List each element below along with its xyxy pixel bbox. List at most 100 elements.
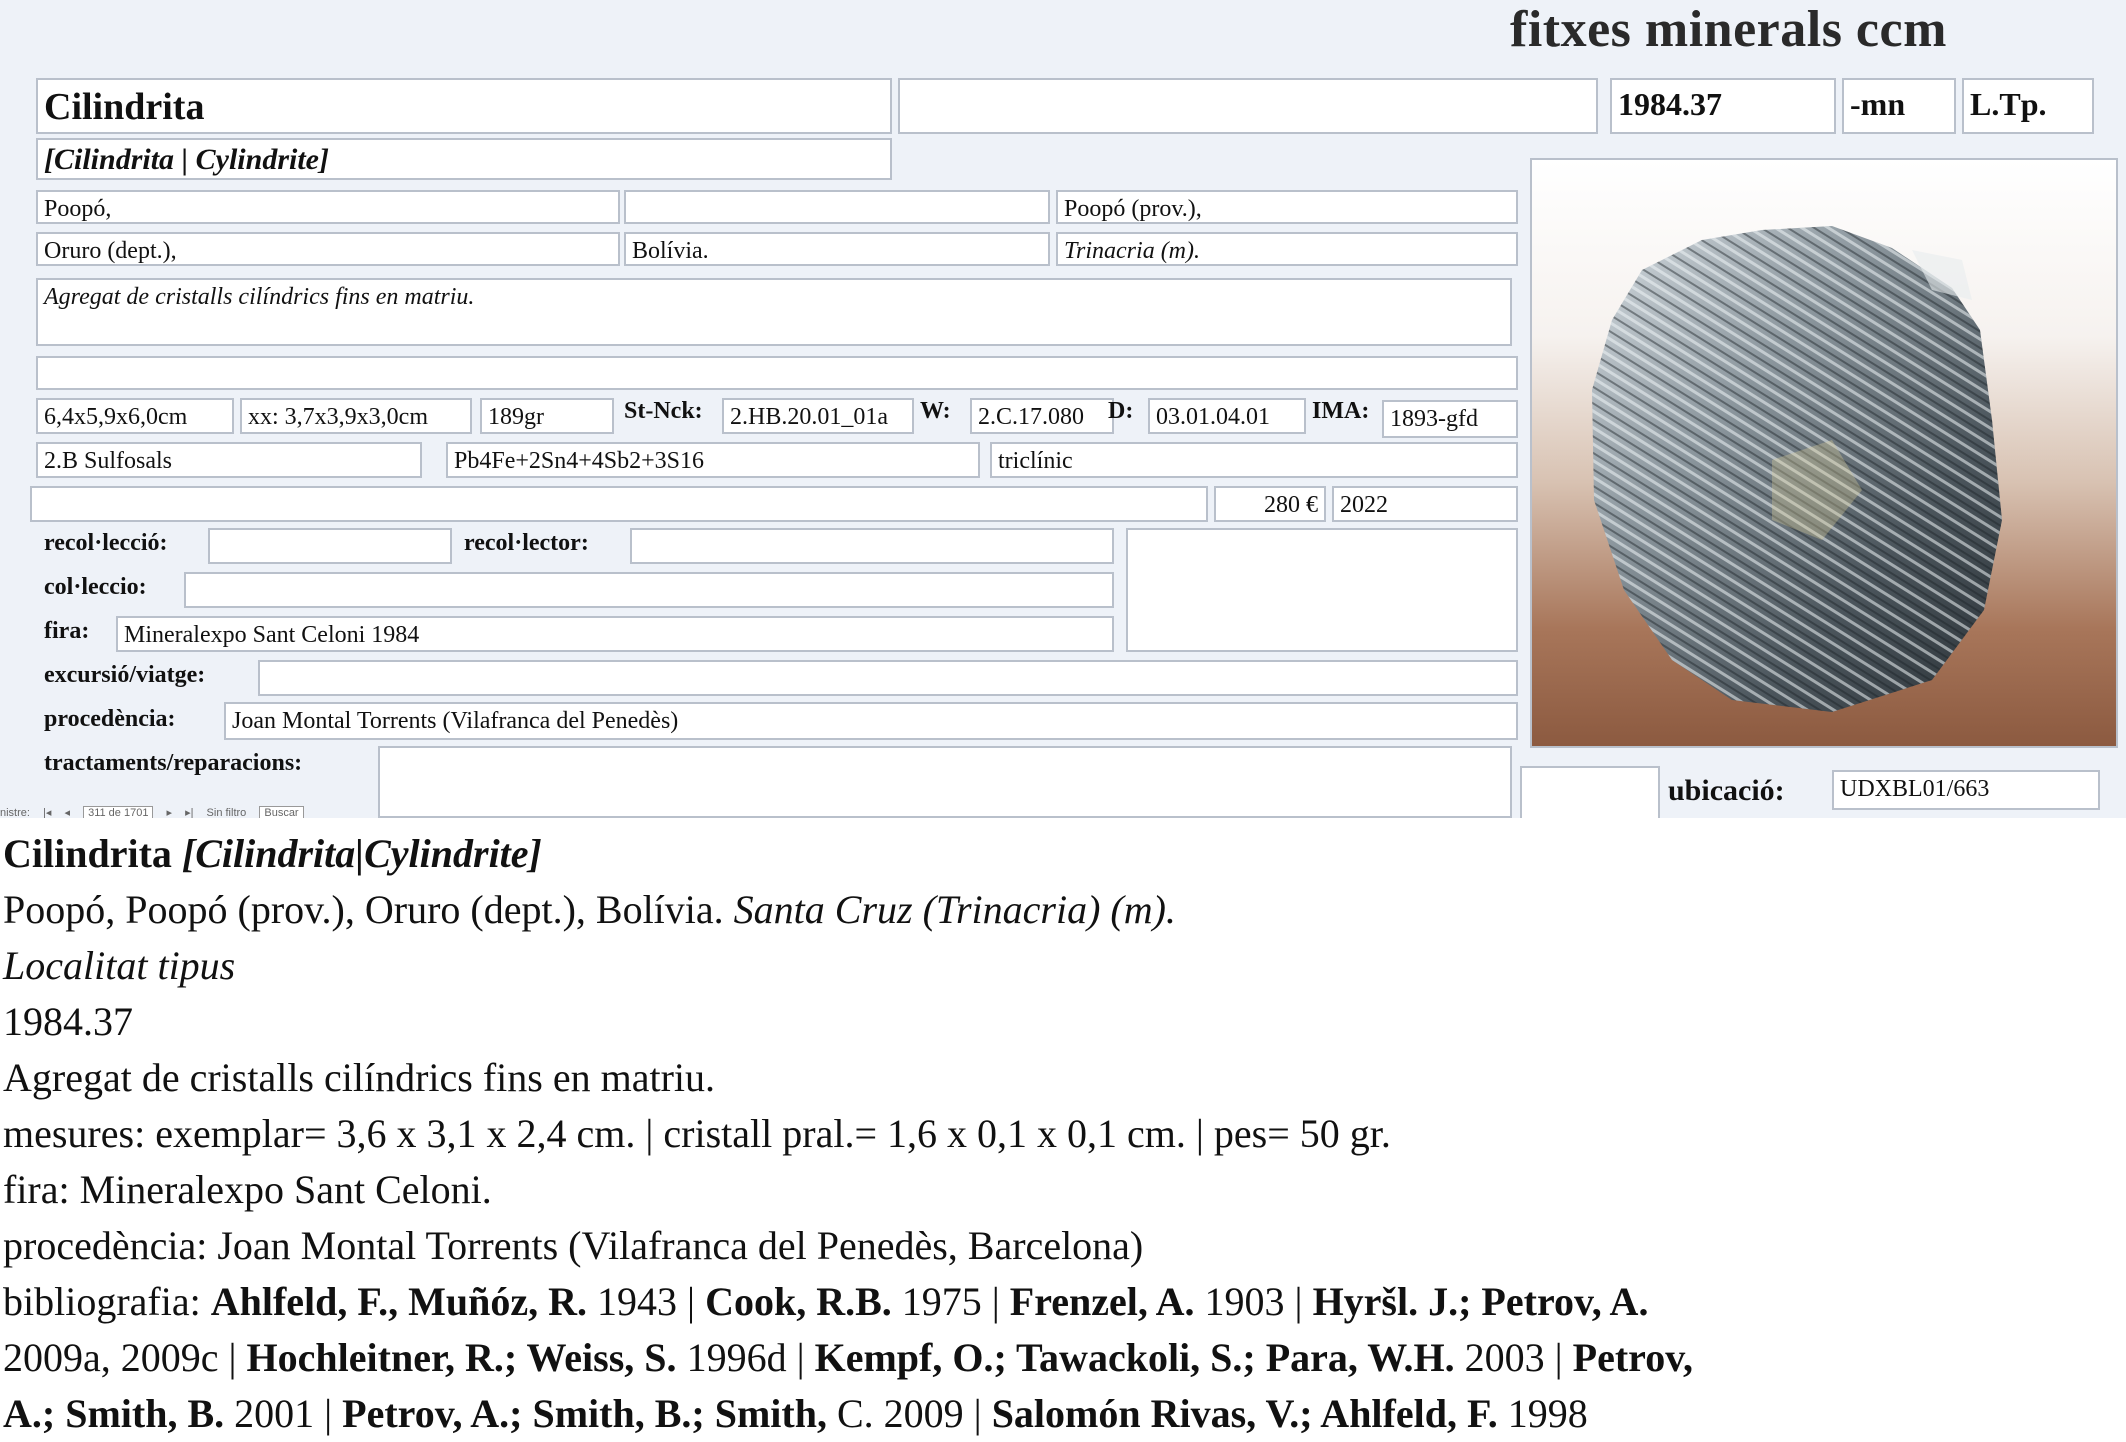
next-record-icon[interactable]: ▸ bbox=[167, 807, 173, 818]
strunz-label: St-Nck: bbox=[624, 398, 703, 424]
w-label: W: bbox=[920, 398, 951, 424]
biblio-author: Cook, R.B. bbox=[705, 1279, 892, 1324]
type-locality-field[interactable]: L.Tp. bbox=[1962, 78, 2094, 134]
biblio-year: 1943 bbox=[597, 1279, 678, 1324]
ima-field[interactable]: 1893-gfd bbox=[1382, 400, 1518, 438]
summary-mine: Santa Cruz (Trinacria) (m). bbox=[733, 887, 1176, 932]
summary-catalog-number: 1984.37 bbox=[3, 999, 133, 1044]
recoleccio-field[interactable] bbox=[208, 528, 452, 564]
crystal-size-field[interactable]: xx: 3,7x3,9x3,0cm bbox=[240, 398, 472, 434]
coleccio-field[interactable] bbox=[184, 572, 1114, 608]
recolector-label: recol·lector: bbox=[464, 530, 589, 556]
biblio-year: 1903 bbox=[1204, 1279, 1285, 1324]
record-label: nistre: bbox=[0, 807, 30, 818]
suffix-field[interactable]: -mn bbox=[1842, 78, 1956, 134]
summary-biblio-line-1: bibliografia: Ahlfeld, F., Muñóz, R. 194… bbox=[3, 1274, 2123, 1330]
biblio-separator: | bbox=[981, 1279, 1010, 1324]
catalog-number-field[interactable]: 1984.37 bbox=[1610, 78, 1836, 134]
crystal-system-field[interactable]: triclínic bbox=[990, 442, 1518, 478]
weight-field[interactable]: 189gr bbox=[480, 398, 614, 434]
last-record-icon[interactable]: ▸| bbox=[185, 807, 193, 818]
biblio-year: 1996d bbox=[686, 1335, 787, 1380]
summary-synonyms: [Cilindrita|Cylindrite] bbox=[181, 831, 542, 876]
biblio-year: 2009a, 2009c bbox=[3, 1335, 219, 1380]
procedencia-label: procedència: bbox=[44, 706, 176, 732]
excursio-field[interactable] bbox=[258, 660, 1518, 696]
summary-biblio-line-3: A.; Smith, B. 2001 | Petrov, A.; Smith, … bbox=[3, 1386, 2123, 1442]
search-box[interactable]: Buscar bbox=[259, 806, 304, 818]
ima-label: IMA: bbox=[1312, 398, 1370, 424]
locality-field-4[interactable]: Oruro (dept.), bbox=[36, 232, 620, 266]
coleccio-label: col·leccio: bbox=[44, 574, 147, 600]
biblio-author: Hochleitner, R.; Weiss, S. bbox=[246, 1335, 677, 1380]
synonyms-field[interactable]: [Cilindrita | Cylindrite] bbox=[36, 138, 892, 180]
biblio-author-partial: Petrov, bbox=[1572, 1335, 1693, 1380]
locality-field-5[interactable]: Bolívia. bbox=[624, 232, 1050, 266]
biblio-separator: | bbox=[218, 1335, 247, 1380]
name-extra-field[interactable] bbox=[898, 78, 1598, 134]
biblio-author: Frenzel, A. bbox=[1009, 1279, 1195, 1324]
biblio-year: 2001 bbox=[234, 1391, 315, 1436]
biblio-separator: | bbox=[786, 1335, 815, 1380]
record-navigator: nistre: |◂ ◂ 311 de 1701 ▸ ▸| Sin filtro… bbox=[0, 806, 600, 818]
d-field[interactable]: 03.01.04.01 bbox=[1148, 398, 1306, 434]
summary-fair: fira: Mineralexpo Sant Celoni. bbox=[3, 1167, 492, 1212]
biblio-separator: | bbox=[314, 1391, 343, 1436]
biblio-author: Petrov, A.; Smith, B.; Smith, bbox=[342, 1391, 827, 1436]
d-label: D: bbox=[1108, 398, 1134, 424]
tractaments-label: tractaments/reparacions: bbox=[44, 750, 303, 776]
size-field[interactable]: 6,4x5,9x6,0cm bbox=[36, 398, 234, 434]
formula-field[interactable]: Pb4Fe+2Sn4+4Sb2+3S16 bbox=[446, 442, 980, 478]
year-field[interactable]: 2022 bbox=[1332, 486, 1518, 522]
price-field[interactable]: 280 € bbox=[1214, 486, 1326, 522]
specimen-summary: Cilindrita [Cilindrita|Cylindrite] Poopó… bbox=[3, 826, 2123, 1442]
recoleccio-label: recol·lecció: bbox=[44, 530, 168, 556]
biblio-author-partial: A.; Smith, B. bbox=[3, 1391, 225, 1436]
biblio-author: Ahlfeld, F., Muñóz, R. bbox=[210, 1279, 588, 1324]
name-field[interactable]: Cilindrita bbox=[36, 78, 892, 134]
ubicacio-blank-field[interactable] bbox=[1520, 766, 1660, 818]
summary-title: Cilindrita [Cilindrita|Cylindrite] bbox=[3, 826, 2123, 882]
locality-field-3[interactable]: Poopó (prov.), bbox=[1056, 190, 1518, 224]
description-field[interactable]: Agregat de cristalls cilíndrics fins en … bbox=[36, 278, 1512, 346]
locality-field-1[interactable]: Poopó, bbox=[36, 190, 620, 224]
summary-locality: Poopó, Poopó (prov.), Oruro (dept.), Bol… bbox=[3, 882, 2123, 938]
biblio-year: 1998 bbox=[1507, 1391, 1588, 1436]
summary-name: Cilindrita bbox=[3, 831, 172, 876]
record-position[interactable]: 311 de 1701 bbox=[83, 806, 154, 818]
locality-field-2[interactable] bbox=[624, 190, 1050, 224]
biblio-author: Hyršl. J.; Petrov, A. bbox=[1312, 1279, 1649, 1324]
summary-biblio-line-2: 2009a, 2009c | Hochleitner, R.; Weiss, S… bbox=[3, 1330, 2123, 1386]
app-title: fitxes minerals ccm bbox=[1510, 1, 1947, 58]
specimen-photo bbox=[1530, 158, 2118, 748]
mine-field[interactable]: Trinacria (m). bbox=[1056, 232, 1518, 266]
summary-measures: mesures: exemplar= 3,6 x 3,1 x 2,4 cm. |… bbox=[3, 1111, 1391, 1156]
blank-field[interactable] bbox=[30, 486, 1208, 522]
summary-provenance: procedència: Joan Montal Torrents (Vilaf… bbox=[3, 1223, 1144, 1268]
recolector-field[interactable] bbox=[630, 528, 1114, 564]
biblio-year: 2003 bbox=[1464, 1335, 1545, 1380]
mineral-specimen-image bbox=[1592, 226, 2002, 712]
biblio-author: Salomón Rivas, V.; Ahlfeld, F. bbox=[991, 1391, 1498, 1436]
extra-notes-box[interactable] bbox=[1126, 528, 1518, 652]
fira-field[interactable]: Mineralexpo Sant Celoni 1984 bbox=[116, 616, 1114, 652]
biblio-author: Kempf, O.; Tawackoli, S.; Para, W.H. bbox=[814, 1335, 1455, 1380]
w-field[interactable]: 2.C.17.080 bbox=[970, 398, 1114, 434]
summary-type-locality: Localitat tipus bbox=[3, 943, 236, 988]
first-record-icon[interactable]: |◂ bbox=[43, 807, 51, 818]
summary-description: Agregat de cristalls cilíndrics fins en … bbox=[3, 1055, 716, 1100]
prev-record-icon[interactable]: ◂ bbox=[64, 807, 70, 818]
record-form: fitxes minerals ccm Cilindrita 1984.37 -… bbox=[0, 0, 2126, 818]
strunz-field[interactable]: 2.HB.20.01_01a bbox=[722, 398, 914, 434]
ubicacio-field[interactable]: UDXBL01/663 bbox=[1832, 770, 2100, 810]
biblio-separator: | bbox=[677, 1279, 706, 1324]
notes-field[interactable] bbox=[36, 356, 1518, 390]
filter-toggle[interactable]: Sin filtro bbox=[207, 807, 247, 818]
excursio-label: excursió/viatge: bbox=[44, 662, 206, 688]
class-field[interactable]: 2.B Sulfosals bbox=[36, 442, 422, 478]
procedencia-field[interactable]: Joan Montal Torrents (Vilafranca del Pen… bbox=[224, 702, 1518, 740]
ubicacio-label: ubicació: bbox=[1668, 774, 1785, 807]
biblio-label: bibliografia: bbox=[3, 1279, 201, 1324]
biblio-separator: | bbox=[1544, 1335, 1573, 1380]
biblio-separator: | bbox=[963, 1391, 992, 1436]
